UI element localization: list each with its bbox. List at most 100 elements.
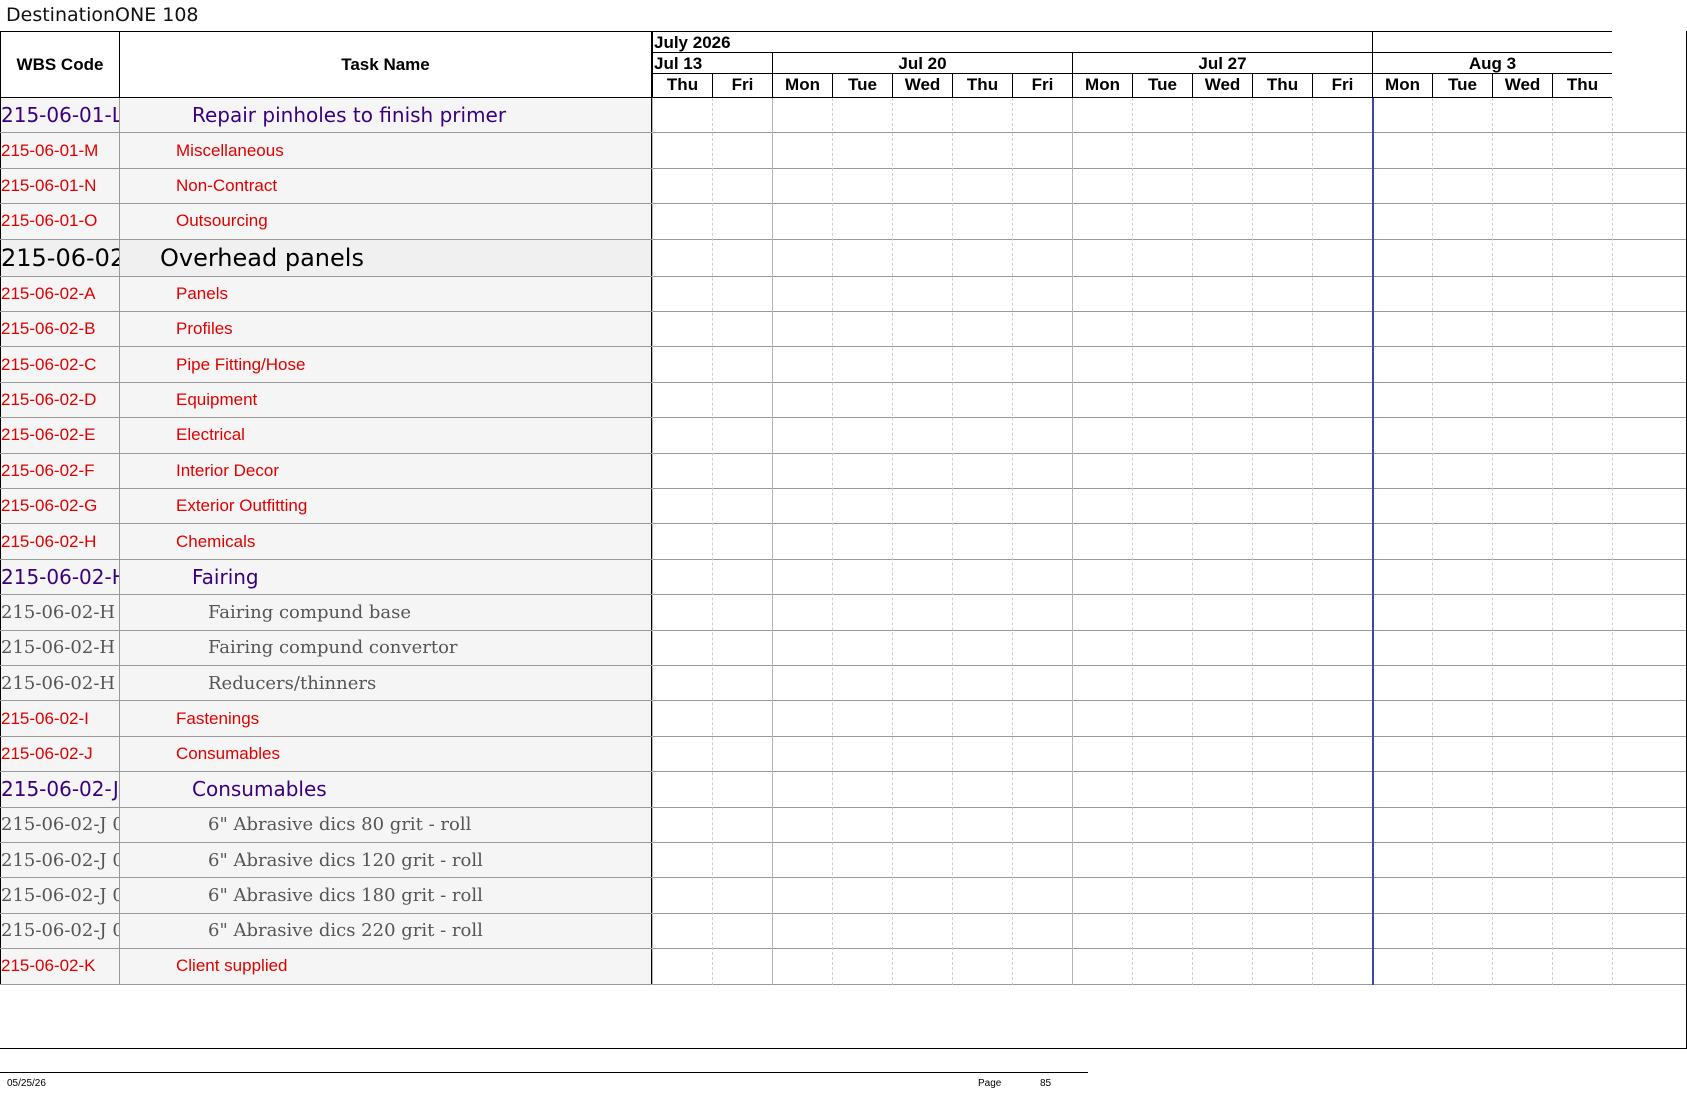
task-row[interactable]: 215-06-02-K Client supplied [0,949,1687,985]
wbs-code-cell[interactable]: 215-06-02-E [0,418,120,453]
gantt-bar-area[interactable] [652,595,1687,629]
wbs-code-cell[interactable]: 215-06-01-L 0 [0,98,120,133]
task-row[interactable]: 215-06-02-H 0Fairing [0,559,1687,596]
gantt-bar-area[interactable] [652,383,1687,417]
task-name-cell[interactable]: Profiles [120,312,652,347]
wbs-code-cell[interactable]: 215-06-02-I [0,701,120,736]
column-header-wbs-code[interactable]: WBS Code [0,31,120,98]
task-row[interactable]: 215-06-02 Overhead panels [0,239,1687,277]
task-row[interactable]: 215-06-02-I Fastenings [0,701,1687,737]
task-name-cell[interactable]: Equipment [120,382,652,418]
wbs-code-cell[interactable]: 215-06-02-A [0,276,120,311]
task-row[interactable]: 215-06-02-A Panels [0,276,1687,312]
wbs-code-cell[interactable]: 215-06-02-H 01 [0,666,120,701]
gantt-bar-area[interactable] [652,878,1687,912]
task-row[interactable]: 215-06-02-J 016" Abrasive dics 220 grit … [0,913,1687,950]
task-name-cell[interactable]: Fairing compund base [120,595,652,630]
task-row[interactable]: 215-06-02-J 0Consumables [0,772,1687,808]
gantt-bar-area[interactable] [652,277,1687,311]
task-row[interactable]: 215-06-02-D Equipment [0,382,1687,419]
task-name-cell[interactable]: Pipe Fitting/Hose [120,347,652,382]
task-row[interactable]: 215-06-02-F Interior Decor [0,453,1687,489]
gantt-bar-area[interactable] [652,204,1687,238]
gantt-bar-area[interactable] [652,560,1687,594]
task-name-cell[interactable]: Panels [120,276,652,311]
wbs-code-cell[interactable]: 215-06-02-J 01 [0,913,120,949]
task-row[interactable]: 215-06-02-J 016" Abrasive dics 180 grit … [0,878,1687,914]
task-name-cell[interactable]: Non-Contract [120,168,652,204]
task-name-cell[interactable]: Overhead panels [120,239,652,276]
wbs-code-cell[interactable]: 215-06-02-G [0,489,120,524]
gantt-bar-area[interactable] [652,701,1687,735]
wbs-code-cell[interactable]: 215-06-02-J 0 [0,772,120,807]
task-row[interactable]: 215-06-02-J Consumables [0,736,1687,773]
wbs-code-cell[interactable]: 215-06-01-M [0,133,120,168]
task-row[interactable]: 215-06-02-H 01Fairing compund convertor [0,630,1687,666]
task-name-cell[interactable]: Reducers/thinners [120,666,652,701]
task-row[interactable]: 215-06-02-E Electrical [0,418,1687,454]
task-row[interactable]: 215-06-02-H 01Reducers/thinners [0,666,1687,702]
gantt-bar-area[interactable] [652,666,1687,700]
gantt-bar-area[interactable] [652,808,1687,842]
wbs-code-cell[interactable]: 215-06-02-D [0,382,120,418]
task-name-cell[interactable]: Outsourcing [120,204,652,239]
task-name-cell[interactable]: Client supplied [120,949,652,984]
wbs-code-cell[interactable]: 215-06-02-H 0 [0,559,120,595]
wbs-code-cell[interactable]: 215-06-02-H 01 [0,595,120,630]
task-row[interactable]: 215-06-02-J 016" Abrasive dics 80 grit -… [0,807,1687,843]
task-row[interactable]: 215-06-01-N Non-Contract [0,168,1687,205]
gantt-bar-area[interactable] [652,454,1687,488]
gantt-bar-area[interactable] [652,631,1687,665]
task-row[interactable]: 215-06-02-C Pipe Fitting/Hose [0,347,1687,383]
gantt-bar-area[interactable] [652,914,1687,948]
task-name-cell[interactable]: 6" Abrasive dics 180 grit - roll [120,878,652,913]
wbs-code-cell[interactable]: 215-06-02 [0,239,120,276]
task-row[interactable]: 215-06-02-B Profiles [0,312,1687,348]
gantt-bar-area[interactable] [652,737,1687,771]
wbs-code-cell[interactable]: 215-06-02-J [0,736,120,772]
task-name-cell[interactable]: Electrical [120,418,652,453]
gantt-bar-area[interactable] [652,347,1687,381]
task-name-cell[interactable]: Fairing compund convertor [120,630,652,665]
task-row[interactable]: 215-06-01-O Outsourcing [0,204,1687,240]
task-name-cell[interactable]: 6" Abrasive dics 80 grit - roll [120,807,652,842]
task-name-cell[interactable]: 6" Abrasive dics 120 grit - roll [120,843,652,878]
task-name-cell[interactable]: Interior Decor [120,453,652,488]
task-name-cell[interactable]: Fastenings [120,701,652,736]
wbs-code-cell[interactable]: 215-06-01-N [0,168,120,204]
task-name-cell[interactable]: Exterior Outfitting [120,489,652,524]
task-name-cell[interactable]: Chemicals [120,524,652,559]
wbs-code-cell[interactable]: 215-06-02-H 01 [0,630,120,665]
task-row[interactable]: 215-06-01-L 0Repair pinholes to finish p… [0,98,1687,134]
gantt-bar-area[interactable] [652,949,1687,983]
gantt-bar-area[interactable] [652,133,1687,167]
task-name-cell[interactable]: Fairing [120,559,652,595]
task-row[interactable]: 215-06-02-H Chemicals [0,524,1687,560]
task-name-cell[interactable]: 6" Abrasive dics 220 grit - roll [120,913,652,949]
gantt-bar-area[interactable] [652,772,1687,806]
wbs-code-cell[interactable]: 215-06-02-K [0,949,120,984]
task-row[interactable]: 215-06-02-J 016" Abrasive dics 120 grit … [0,843,1687,879]
gantt-bar-area[interactable] [652,98,1687,132]
task-row[interactable]: 215-06-01-M Miscellaneous [0,133,1687,169]
wbs-code-cell[interactable]: 215-06-02-J 01 [0,843,120,878]
wbs-code-cell[interactable]: 215-06-02-B [0,312,120,347]
wbs-code-cell[interactable]: 215-06-02-C [0,347,120,382]
task-row[interactable]: 215-06-02-H 01Fairing compund base [0,595,1687,631]
gantt-bar-area[interactable] [652,489,1687,523]
gantt-bar-area[interactable] [652,843,1687,877]
gantt-bar-area[interactable] [652,524,1687,558]
task-name-cell[interactable]: Repair pinholes to finish primer [120,98,652,133]
task-name-cell[interactable]: Consumables [120,736,652,772]
gantt-bar-area[interactable] [652,418,1687,452]
gantt-bar-area[interactable] [652,240,1687,276]
task-name-cell[interactable]: Consumables [120,772,652,807]
gantt-bar-area[interactable] [652,169,1687,203]
wbs-code-cell[interactable]: 215-06-01-O [0,204,120,239]
wbs-code-cell[interactable]: 215-06-02-J 01 [0,807,120,842]
wbs-code-cell[interactable]: 215-06-02-J 01 [0,878,120,913]
task-name-cell[interactable]: Miscellaneous [120,133,652,168]
wbs-code-cell[interactable]: 215-06-02-F [0,453,120,488]
gantt-bar-area[interactable] [652,312,1687,346]
column-header-task-name[interactable]: Task Name [120,31,652,98]
